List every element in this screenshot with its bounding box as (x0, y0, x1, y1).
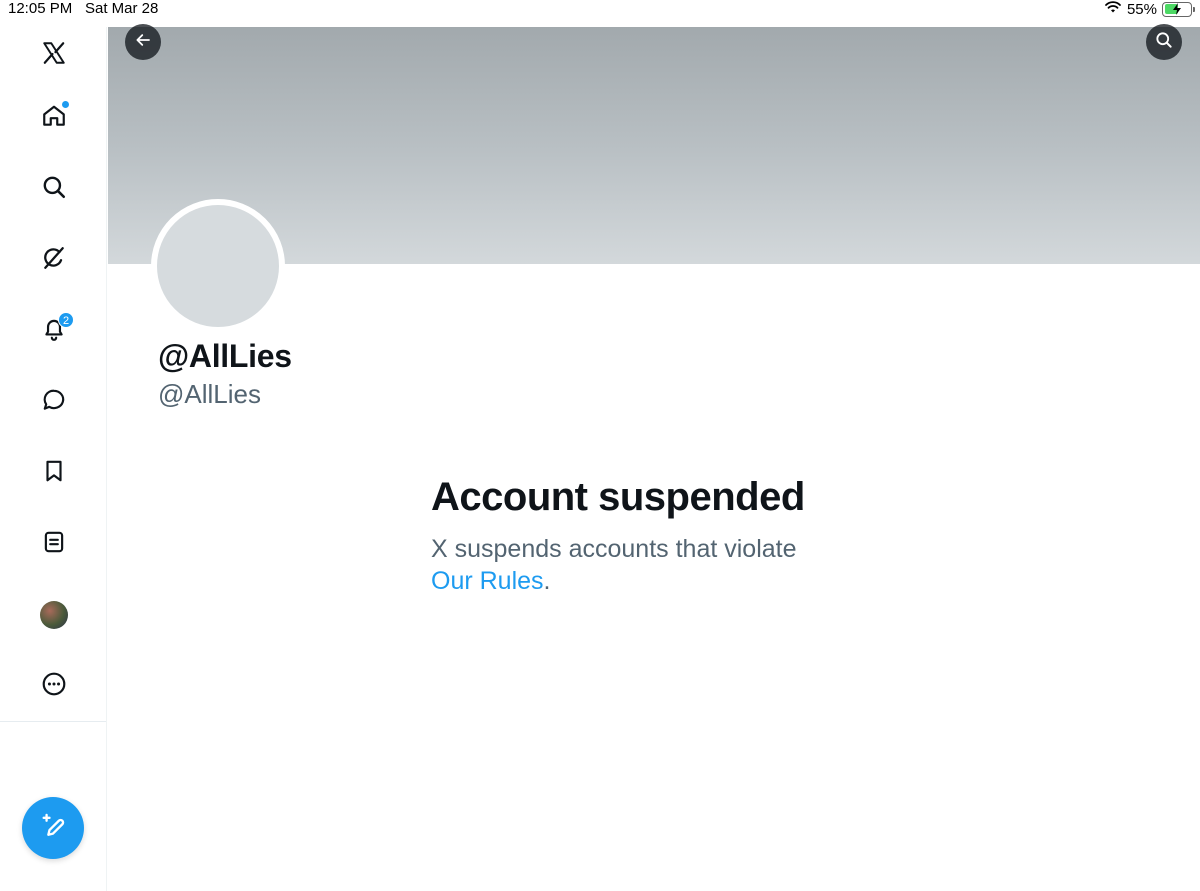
wifi-icon (1104, 0, 1122, 18)
sidebar-item-messages[interactable] (33, 381, 75, 423)
grok-icon (41, 245, 67, 276)
sidebar-item-lists[interactable] (33, 523, 75, 565)
bookmark-icon (41, 458, 67, 489)
status-right: 55% (1104, 0, 1195, 18)
profile-main: @AllLies @AllLies Account suspended X su… (108, 24, 1200, 891)
our-rules-link[interactable]: Our Rules (431, 567, 544, 595)
display-name: @AllLies (158, 338, 292, 374)
sidebar-item-more[interactable] (33, 665, 75, 707)
profile-avatar (151, 199, 285, 333)
battery-percent: 55% (1126, 0, 1157, 18)
compose-button[interactable] (22, 797, 84, 859)
back-arrow-icon (134, 31, 152, 54)
suspended-title: Account suspended (431, 475, 805, 519)
sidebar-item-home[interactable] (33, 97, 75, 139)
search-icon (41, 174, 67, 205)
sidebar-item-grok[interactable] (33, 239, 75, 281)
sidebar-item-notifications[interactable]: 2 (33, 310, 75, 352)
suspended-message-text: X suspends accounts that violate (431, 535, 797, 563)
sidebar-item-profile[interactable] (33, 594, 75, 636)
back-button[interactable] (125, 24, 161, 60)
x-logo-icon[interactable] (33, 32, 75, 74)
status-date: Sat Mar 28 (85, 0, 159, 17)
suspended-message: X suspends accounts that violate Our Rul… (431, 533, 891, 597)
status-time: 12:05 PM (8, 0, 73, 17)
sidebar-divider (0, 721, 106, 722)
notification-count-badge: 2 (58, 312, 74, 328)
avatar (40, 601, 68, 629)
unread-dot (62, 101, 69, 108)
search-button[interactable] (1146, 24, 1182, 60)
sidebar-nav: 2 (0, 27, 107, 891)
user-handle: @AllLies (158, 379, 261, 409)
sidebar-item-explore[interactable] (33, 168, 75, 210)
message-bubble-icon (41, 387, 67, 418)
search-icon (1154, 30, 1174, 55)
list-icon (41, 529, 67, 560)
status-bar: 12:05 PM Sat Mar 28 55% (0, 0, 1200, 20)
sidebar-item-bookmarks[interactable] (33, 452, 75, 494)
suspended-message-period: . (543, 567, 551, 595)
battery-charging-icon (1162, 1, 1195, 17)
compose-icon (39, 812, 67, 845)
more-circle-icon (41, 671, 67, 702)
